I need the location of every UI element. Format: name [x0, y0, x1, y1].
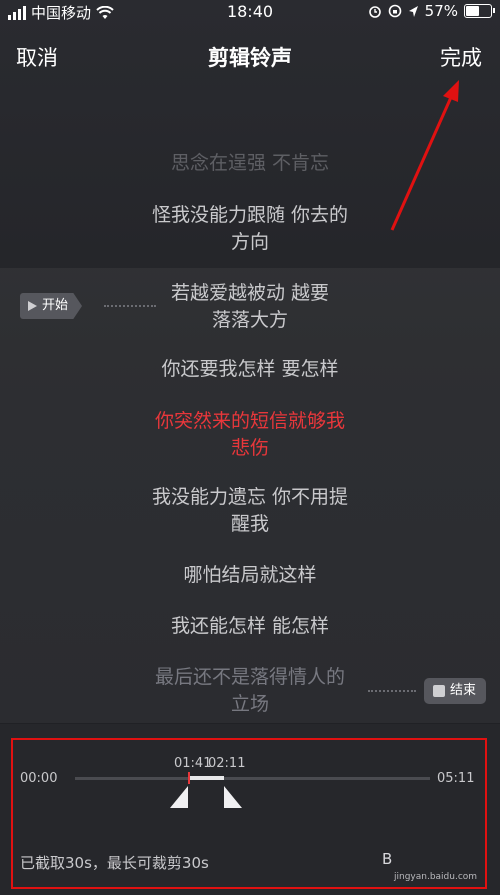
trim-start-handle[interactable] [170, 786, 188, 808]
lyric-line[interactable]: 你还要我怎样 要怎样 [0, 354, 500, 385]
watermark-url: jingyan.baidu.com [394, 872, 478, 882]
end-marker[interactable]: 结束 [424, 678, 487, 704]
battery-fill [466, 6, 479, 16]
rotation-lock-icon [388, 4, 401, 18]
battery-percent: 57% [424, 2, 458, 20]
timeline-selection [190, 776, 224, 780]
page-title: 剪辑铃声 [208, 46, 292, 70]
lyric-line[interactable]: 方向 [0, 227, 500, 258]
alarm-icon [368, 6, 381, 18]
trim-end-handle[interactable] [224, 786, 242, 808]
lyric-line-current[interactable]: 悲伤 [0, 433, 500, 464]
status-right: 57% [368, 2, 495, 20]
playhead [188, 772, 190, 784]
lyric-line[interactable]: 哪怕结局就这样 [0, 560, 500, 591]
battery-icon [464, 4, 495, 18]
trim-info-text: 已截取30s，最长可裁剪30s [20, 854, 209, 872]
lyric-line[interactable]: 思念在逞强 不肯忘 [0, 148, 500, 179]
location-icon [408, 5, 418, 17]
status-bar: 中国移动 18:40 57% [0, 0, 500, 24]
watermark-logo: B [382, 850, 393, 868]
selection-end-time: 02:11 [208, 756, 246, 771]
end-marker-label: 结束 [450, 683, 477, 698]
timeline-track[interactable] [75, 777, 430, 780]
play-icon [28, 301, 37, 311]
start-marker[interactable]: 开始 [20, 293, 83, 319]
start-marker-guide [104, 305, 156, 309]
stop-icon [433, 685, 445, 697]
watermark: B jingyan.baidu.com [382, 850, 477, 882]
end-marker-guide [368, 690, 416, 694]
selection-start-time: 01:41 [174, 756, 212, 771]
lyric-line[interactable]: 我还能怎样 能怎样 [0, 611, 500, 642]
nav-bar: 取消 剪辑铃声 完成 [0, 38, 500, 74]
cancel-button[interactable]: 取消 [16, 42, 58, 72]
timeline-end-time: 05:11 [437, 771, 475, 786]
done-button[interactable]: 完成 [440, 42, 482, 72]
timeline-start-time: 00:00 [20, 771, 58, 786]
start-marker-label: 开始 [42, 298, 69, 313]
lyric-line[interactable]: 醒我 [0, 509, 500, 540]
